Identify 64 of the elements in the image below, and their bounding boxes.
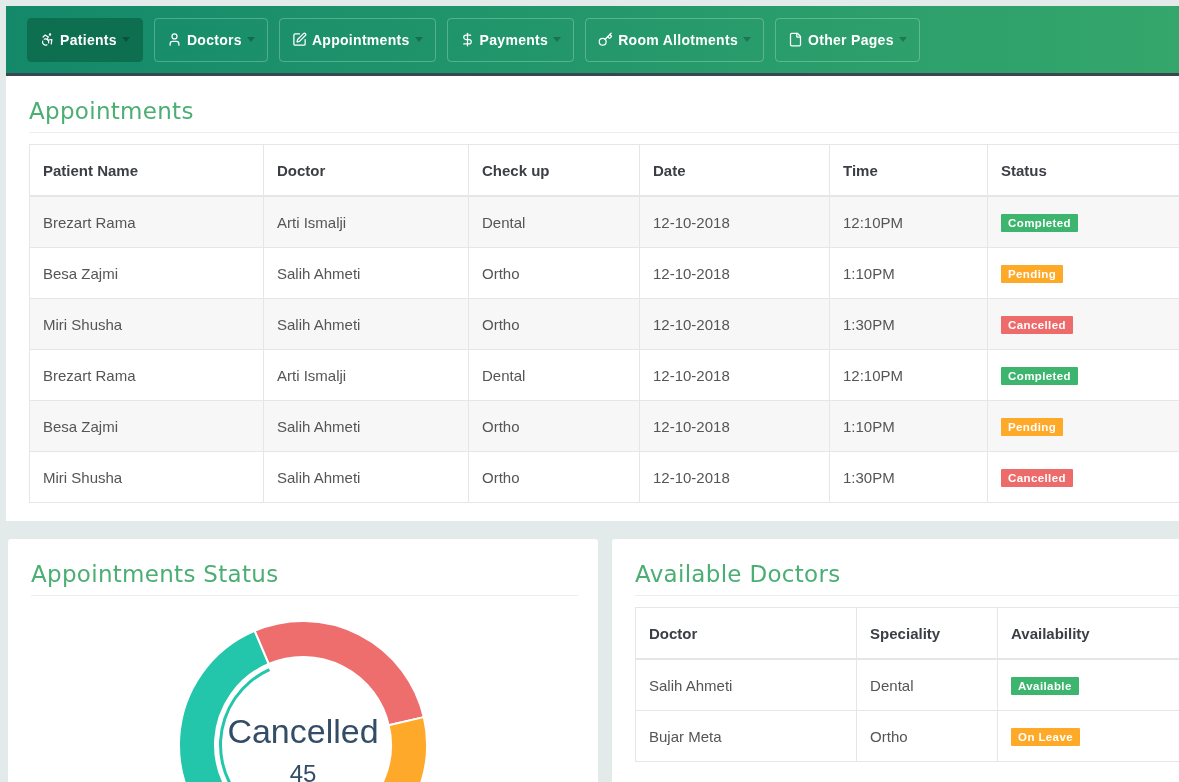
key-icon [598,32,614,47]
table-cell: Brezart Rama [29,196,264,248]
table-cell: 1:10PM [829,247,988,299]
table-cell: Miri Shusha [29,451,264,503]
card-title: Appointments [29,98,1179,133]
table-cell: 12-10-2018 [639,451,830,503]
nav-menu-button[interactable]: Other Pages [775,17,920,62]
chart-center-label: Cancelled [226,712,380,751]
caret-icon [898,37,907,42]
table-cell: 12:10PM [829,196,988,248]
nav-menu-button[interactable]: Doctors [153,17,268,62]
nav-menu-button[interactable]: Payments [446,17,575,62]
table-cell: Besa Zajmi [29,247,264,299]
table-cell: Brezart Rama [29,349,264,401]
table-cell: Salih Ahmeti [263,298,469,350]
table-cell: Ortho [856,710,998,762]
table-cell: 12-10-2018 [639,349,830,401]
table-cell: Ortho [468,298,640,350]
file-icon [788,32,803,47]
status-badge: Completed [1001,366,1079,385]
table-cell: 12:10PM [829,349,988,401]
caret-icon [414,37,423,42]
table-cell: Salih Ahmeti [263,451,469,503]
table-cell: Salih Ahmeti [635,659,857,711]
card-title: Available Doctors [635,561,1179,596]
table-cell: Arti Ismalji [263,196,469,248]
table-cell: 12-10-2018 [639,196,830,248]
status-badge: Cancelled [1001,468,1073,487]
wheelchair-icon [40,32,55,47]
table-cell: 12-10-2018 [639,247,830,299]
status-badge: Pending [1001,417,1064,436]
card-title: Appointments Status [31,561,578,596]
table-cell: Dental [468,196,640,248]
table-cell: 1:30PM [829,298,988,350]
nav-menu-button[interactable]: Room Allotments [585,17,764,62]
user-icon [166,32,182,47]
table-cell: 12-10-2018 [639,298,830,350]
nav-menu-button[interactable]: Appointments [278,17,436,62]
table-cell: Bujar Meta [635,710,857,762]
table-cell: Salih Ahmeti [263,247,469,299]
table-cell: Arti Ismalji [263,349,469,401]
table-cell: Dental [468,349,640,401]
caret-icon [743,37,751,42]
table-cell: Besa Zajmi [29,400,264,452]
chart-center-value: 45 [288,760,318,782]
table-cell: 1:10PM [829,400,988,452]
table-cell: Dental [856,659,998,711]
availability-badge: Available [1011,676,1079,695]
table-cell: 12-10-2018 [639,400,830,452]
table-cell: Salih Ahmeti [263,400,469,452]
table-cell: Ortho [468,451,640,503]
edit-icon [291,32,307,47]
status-badge: Completed [1001,213,1079,232]
table-cell: 1:30PM [829,451,988,503]
table-cell: Miri Shusha [29,298,264,350]
caret-icon [246,37,255,42]
status-badge: Pending [1001,264,1064,283]
caret-icon [121,37,130,42]
table-cell: Ortho [468,247,640,299]
status-badge: Cancelled [1001,315,1073,334]
nav-menu-button[interactable]: Patients [27,17,143,62]
availability-badge: On Leave [1011,727,1080,746]
table-cell: Ortho [468,400,640,452]
caret-icon [553,37,562,42]
